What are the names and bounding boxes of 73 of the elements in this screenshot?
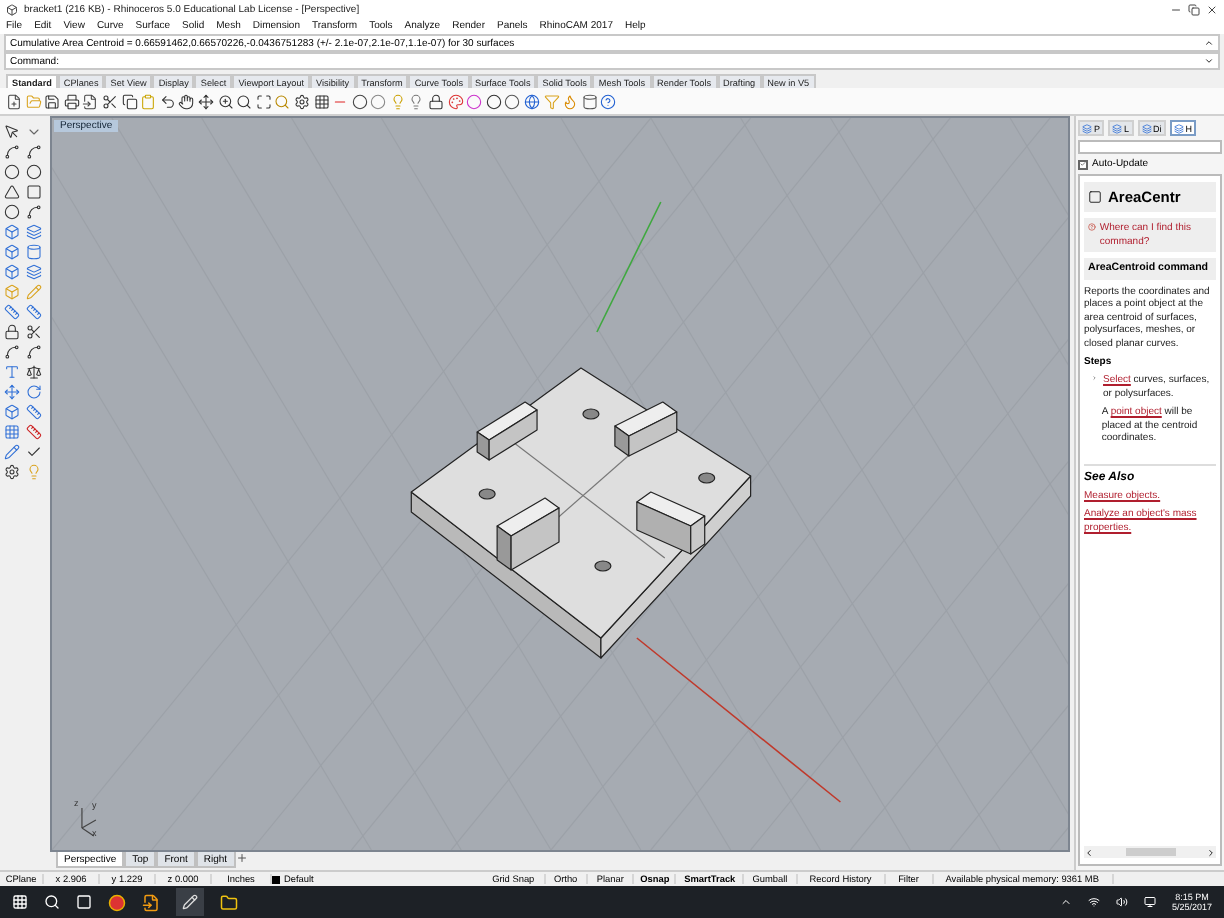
help-icon[interactable] bbox=[600, 93, 617, 109]
scroll-up-icon[interactable] bbox=[1204, 38, 1214, 48]
app-icon[interactable] bbox=[142, 893, 160, 911]
dimension-icon[interactable] bbox=[26, 304, 42, 320]
scroll-left-icon[interactable] bbox=[1084, 847, 1094, 857]
cylinder-icon[interactable] bbox=[581, 93, 598, 109]
scissors-icon[interactable] bbox=[26, 324, 42, 340]
sphere-icon[interactable] bbox=[485, 93, 502, 109]
printer-icon[interactable] bbox=[63, 93, 80, 109]
move-icon[interactable] bbox=[197, 93, 214, 109]
gear-icon[interactable] bbox=[4, 464, 20, 480]
app-icon bbox=[6, 3, 18, 15]
question-icon bbox=[1088, 222, 1096, 232]
minimize-icon[interactable] bbox=[1170, 3, 1182, 15]
flame-icon[interactable] bbox=[562, 93, 579, 109]
layers-icon[interactable] bbox=[26, 224, 42, 240]
dropdown-icon[interactable] bbox=[26, 124, 42, 140]
layers-icon bbox=[1173, 123, 1184, 133]
grid-icon[interactable] bbox=[313, 93, 329, 109]
y-axis-line bbox=[596, 201, 662, 333]
clipboard-icon[interactable] bbox=[140, 93, 157, 109]
ruler-tool-icon[interactable] bbox=[26, 424, 42, 440]
cut-icon[interactable] bbox=[101, 93, 118, 109]
search-field[interactable] bbox=[1078, 140, 1222, 154]
cylinder-icon[interactable] bbox=[26, 244, 42, 260]
folder-icon[interactable] bbox=[220, 893, 238, 911]
circle-icon[interactable] bbox=[351, 93, 368, 109]
volume-icon[interactable] bbox=[1115, 896, 1128, 908]
tray-expand-icon[interactable] bbox=[1059, 896, 1072, 908]
check-icon[interactable] bbox=[26, 444, 42, 460]
gear-icon[interactable] bbox=[293, 93, 310, 109]
solid-icon[interactable] bbox=[4, 264, 20, 280]
axis-triad-icon bbox=[81, 807, 97, 837]
save-icon[interactable] bbox=[44, 93, 61, 109]
layers-icon bbox=[1082, 123, 1092, 133]
task-view-icon[interactable] bbox=[76, 894, 92, 910]
browser-icon[interactable] bbox=[108, 893, 126, 911]
undo-icon[interactable] bbox=[159, 93, 176, 109]
windows-start-icon[interactable] bbox=[12, 894, 28, 910]
rhino-app-button[interactable] bbox=[176, 888, 204, 916]
measure-icon[interactable] bbox=[26, 404, 42, 420]
add-tab-icon[interactable] bbox=[235, 852, 248, 864]
lock-icon[interactable] bbox=[428, 93, 445, 109]
layers-icon bbox=[1112, 123, 1123, 133]
check-icon bbox=[1080, 160, 1086, 168]
curve-icon[interactable] bbox=[26, 144, 42, 160]
triangle-icon[interactable] bbox=[4, 184, 20, 200]
scroll-right-icon[interactable] bbox=[1206, 847, 1216, 857]
copy-icon[interactable] bbox=[121, 93, 138, 109]
sheet-icon[interactable] bbox=[26, 264, 42, 280]
import-file-icon[interactable] bbox=[82, 93, 99, 109]
scale-icon[interactable] bbox=[26, 364, 42, 380]
horizontal-scrollbar[interactable] bbox=[1084, 846, 1216, 858]
circle-icon[interactable] bbox=[4, 164, 20, 180]
palette-icon[interactable] bbox=[447, 93, 464, 109]
rotate-icon[interactable] bbox=[26, 384, 42, 400]
ruler-icon[interactable] bbox=[4, 304, 20, 320]
hand-icon[interactable] bbox=[178, 93, 195, 109]
restore-icon[interactable] bbox=[1188, 3, 1200, 15]
layers-icon bbox=[1141, 123, 1152, 133]
new-file-icon[interactable] bbox=[6, 93, 22, 109]
network-icon[interactable] bbox=[1087, 896, 1100, 908]
pointer-icon[interactable] bbox=[4, 124, 20, 140]
command-icon bbox=[1088, 190, 1102, 204]
edit-icon[interactable] bbox=[4, 444, 20, 460]
grid-icon[interactable] bbox=[4, 424, 20, 440]
search-icon[interactable] bbox=[236, 93, 253, 109]
close-icon[interactable] bbox=[1206, 3, 1218, 15]
lock-icon[interactable] bbox=[4, 324, 20, 340]
scroll-down-icon[interactable] bbox=[1204, 56, 1214, 66]
globe-icon[interactable] bbox=[524, 93, 541, 109]
zoom-in-icon[interactable] bbox=[217, 93, 234, 109]
box-icon[interactable] bbox=[4, 244, 20, 260]
